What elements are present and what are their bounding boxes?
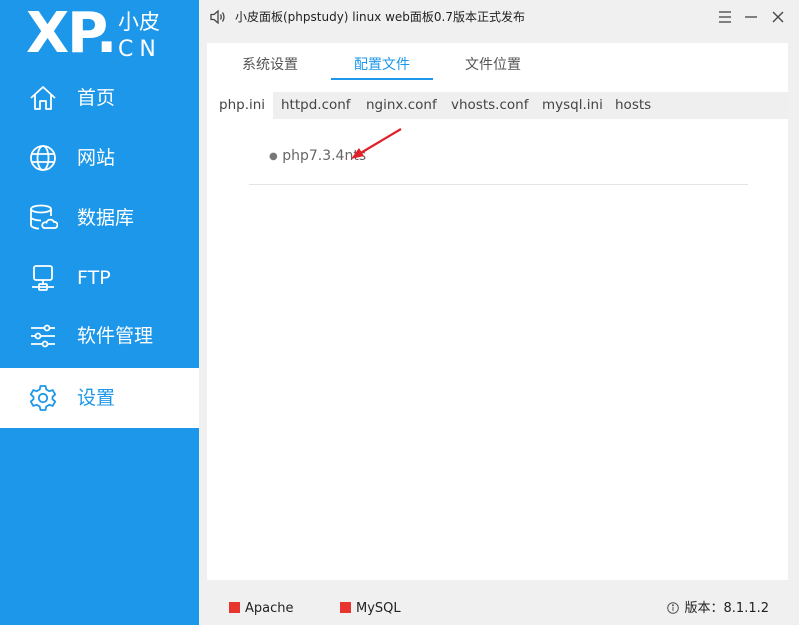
list-bullet: ●: [269, 151, 278, 162]
subtab-vhosts-conf[interactable]: vhosts.conf: [451, 92, 528, 119]
config-file-tabs: php.ini httpd.conf nginx.conf vhosts.con…: [211, 92, 788, 119]
settings-tabs: 系统设置 配置文件 文件位置: [207, 43, 788, 80]
announcement-title[interactable]: 小皮面板(phpstudy) linux web面板0.7版本正式发布: [235, 0, 525, 34]
logo-mark: XP.: [26, 1, 117, 66]
version-label: 版本：8.1.1.2: [684, 601, 769, 616]
sidebar-item-ftp[interactable]: FTP: [0, 248, 199, 308]
logo-text-bottom: CN: [118, 37, 162, 62]
speaker-icon[interactable]: [209, 8, 227, 26]
subtab-mysql-ini[interactable]: mysql.ini: [542, 92, 603, 119]
sidebar-item-label: 软件管理: [77, 325, 154, 347]
subtab-hosts[interactable]: hosts: [615, 92, 651, 119]
sidebar-item-home[interactable]: 首页: [0, 68, 199, 128]
sidebar-item-website[interactable]: 网站: [0, 128, 199, 188]
sidebar-item-label: 数据库: [77, 207, 135, 229]
logo: XP. 小皮 CN: [26, 1, 196, 66]
ftp-server-icon: [28, 263, 58, 293]
gear-icon: [28, 383, 58, 413]
sidebar-item-label: 首页: [77, 87, 116, 109]
sidebar-item-label: FTP: [77, 267, 111, 289]
tab-config-files[interactable]: 配置文件: [331, 43, 433, 80]
status-bar: Apache MySQL 版本：8.1.1.2: [199, 583, 799, 625]
sliders-icon: [28, 321, 58, 351]
sidebar: XP. 小皮 CN 首页 网站 数据库 FTP 软件管理 设置: [0, 0, 199, 625]
menu-icon[interactable]: [716, 8, 734, 26]
subtab-php-ini[interactable]: php.ini: [211, 92, 274, 119]
info-icon: [666, 602, 679, 614]
minimize-icon[interactable]: [742, 8, 760, 26]
version-info: 版本：8.1.1.2: [666, 601, 769, 617]
service-status-mysql[interactable]: MySQL: [340, 601, 401, 617]
sidebar-item-label: 网站: [77, 147, 116, 169]
service-name: Apache: [245, 601, 294, 616]
close-icon[interactable]: [769, 8, 787, 26]
tab-system-settings[interactable]: 系统设置: [231, 43, 309, 79]
title-bar: 小皮面板(phpstudy) linux web面板0.7版本正式发布: [199, 0, 799, 34]
sidebar-item-software[interactable]: 软件管理: [0, 306, 199, 366]
sidebar-item-settings[interactable]: 设置: [0, 368, 199, 428]
tab-file-locations[interactable]: 文件位置: [453, 43, 533, 79]
subtab-httpd-conf[interactable]: httpd.conf: [281, 92, 351, 119]
logo-text-top: 小皮: [118, 10, 160, 34]
service-status-apache[interactable]: Apache: [229, 601, 294, 617]
annotation-arrow: [351, 128, 402, 159]
subtab-nginx-conf[interactable]: nginx.conf: [366, 92, 437, 119]
home-icon: [28, 83, 58, 113]
globe-icon: [28, 143, 58, 173]
content-panel: 系统设置 配置文件 文件位置 php.ini httpd.conf nginx.…: [207, 43, 788, 580]
divider: [249, 184, 748, 185]
sidebar-item-database[interactable]: 数据库: [0, 188, 199, 248]
status-indicator: [340, 602, 351, 613]
database-icon: [28, 203, 58, 233]
status-indicator: [229, 602, 240, 613]
sidebar-item-label: 设置: [77, 387, 116, 409]
service-name: MySQL: [356, 601, 401, 616]
